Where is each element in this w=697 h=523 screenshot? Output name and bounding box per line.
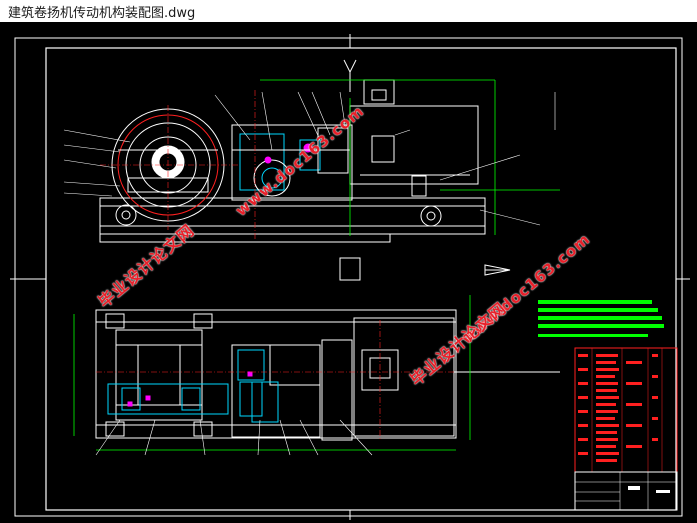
plan-gearbox-section: [237, 349, 279, 423]
base-wheels: [115, 204, 442, 227]
window-titlebar: 建筑卷扬机传动机构装配图.dwg: [0, 0, 697, 23]
cad-drawing-canvas[interactable]: www.doc163.com 毕业设计论文网 www.doc163.com 毕业…: [0, 22, 697, 523]
parts-list-table: [574, 347, 678, 511]
plan-shaft: [107, 381, 263, 417]
plan-frame: [95, 309, 457, 439]
top-symbol: [343, 59, 357, 92]
drawing-svg: [10, 34, 690, 520]
elevation-view: [63, 59, 560, 281]
motor: [349, 79, 479, 197]
technical-notes: [538, 300, 664, 337]
plan-accents: [127, 371, 253, 407]
document-title: 建筑卷扬机传动机构装配图.dwg: [8, 5, 196, 21]
